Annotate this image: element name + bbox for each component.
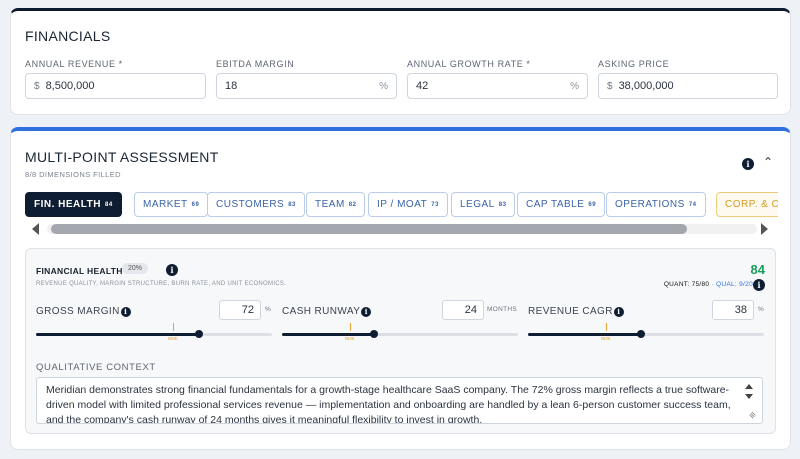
chevron-up-icon[interactable]: ⌃ — [763, 155, 773, 169]
growth-rate-value: 42 — [416, 80, 429, 92]
tab-label: OPERATIONS — [615, 199, 685, 210]
assessment-card: MULTI-POINT ASSESSMENT 8/8 DIMENSIONS FI… — [10, 127, 791, 450]
dimension-tabs: FIN. HEALTH 84 MARKET 69 CUSTOMERS 83 TEAM 8… — [25, 192, 778, 218]
financials-card: FINANCIALS ANNUAL REVENUE * $ 8,500,000 … — [10, 8, 791, 115]
tab-score: 83 — [498, 201, 507, 208]
tab-score: 74 — [688, 201, 697, 208]
info-icon[interactable]: i — [742, 158, 754, 170]
asking-price-value: 38,000,000 — [618, 80, 674, 92]
dimension-score: 84 — [750, 262, 765, 277]
panel-subtitle: REVENUE QUALITY, MARGIN STRUCTURE, BURN … — [36, 281, 287, 287]
assessment-title: MULTI-POINT ASSESSMENT — [25, 149, 219, 165]
qualitative-context-textarea[interactable]: Meridian demonstrates strong financial f… — [36, 377, 763, 424]
tab-ip-moat[interactable]: IP / MOAT 73 — [368, 192, 448, 217]
benchmark-marker — [606, 323, 607, 331]
financials-title: FINANCIALS — [25, 28, 111, 44]
info-icon[interactable]: i — [753, 279, 765, 291]
tab-score: 83 — [288, 201, 296, 208]
tab-operations[interactable]: OPERATIONS 74 — [606, 192, 706, 217]
ebitda-margin-label: EBITDA MARGIN — [216, 59, 295, 69]
currency-prefix: $ — [607, 80, 613, 92]
tab-score: 84 — [104, 201, 113, 208]
tab-label: MARKET — [143, 199, 188, 210]
annual-revenue-value: 8,500,000 — [45, 80, 95, 92]
growth-rate-label: ANNUAL GROWTH RATE * — [407, 59, 531, 69]
revenue-cagr-label: REVENUE CAGR i — [528, 306, 624, 317]
tab-fin-health[interactable]: FIN. HEALTH 84 — [25, 192, 122, 217]
gross-margin-input[interactable]: 72 — [219, 300, 261, 320]
metric-unit: % — [265, 306, 272, 313]
tab-label: FIN. HEALTH — [34, 199, 101, 210]
metric-unit: MONTHS — [487, 306, 517, 313]
weight-badge: 20% — [122, 263, 149, 274]
currency-prefix: $ — [34, 80, 40, 92]
percent-suffix: % — [379, 80, 388, 92]
panel-title: FINANCIAL HEALTH — [36, 266, 123, 276]
scroll-down-icon[interactable] — [745, 394, 753, 399]
benchmark-label: BMK — [601, 336, 611, 341]
annual-revenue-label: ANNUAL REVENUE * — [25, 59, 123, 69]
cash-runway-label: CASH RUNWAY i — [282, 306, 372, 317]
gross-margin-slider[interactable]: BMK — [36, 323, 272, 341]
annual-revenue-field[interactable]: $ 8,500,000 — [25, 73, 206, 99]
scroll-left-icon[interactable] — [32, 223, 39, 235]
scroll-right-icon[interactable] — [761, 223, 768, 235]
quant-score: QUANT: 75/80 — [663, 281, 710, 288]
benchmark-label: BMK — [345, 336, 355, 341]
metric-unit: % — [758, 306, 765, 313]
cash-runway-input[interactable]: 24 — [442, 300, 484, 320]
slider-handle[interactable] — [195, 330, 203, 338]
revenue-cagr-slider[interactable]: BMK — [528, 323, 764, 341]
benchmark-marker — [350, 323, 351, 331]
benchmark-marker — [173, 323, 174, 331]
tab-team[interactable]: TEAM 82 — [306, 192, 366, 217]
tab-legal[interactable]: LEGAL 83 — [451, 192, 516, 217]
tab-label: LEGAL — [460, 199, 495, 210]
metric-label: CASH RUNWAY — [282, 306, 361, 317]
info-icon[interactable]: i — [166, 264, 178, 276]
tab-market[interactable]: MARKET 69 — [134, 192, 209, 217]
info-icon[interactable]: i — [613, 306, 624, 317]
financial-health-panel: FINANCIAL HEALTH 20% i REVENUE QUALITY, … — [25, 248, 776, 434]
slider-fill — [528, 333, 641, 336]
gross-margin-label: GROSS MARGIN i — [36, 306, 131, 317]
tab-customers[interactable]: CUSTOMERS 83 — [207, 192, 305, 217]
qual-score: QUAL: 9/20 — [716, 281, 753, 288]
tab-label: IP / MOAT — [377, 199, 428, 210]
ebitda-margin-value: 18 — [225, 80, 238, 92]
metric-label: REVENUE CAGR — [528, 306, 613, 317]
tab-score: 82 — [348, 201, 357, 208]
tab-score: 73 — [431, 201, 439, 208]
asking-price-label: ASKING PRICE — [598, 59, 670, 69]
qualitative-context-label: QUALITATIVE CONTEXT — [36, 362, 156, 373]
percent-suffix: % — [570, 80, 579, 92]
asking-price-field[interactable]: $ 38,000,000 — [598, 73, 778, 99]
tab-score: 69 — [588, 201, 597, 208]
slider-handle[interactable] — [370, 330, 378, 338]
info-icon[interactable]: i — [361, 306, 372, 317]
info-icon[interactable]: i — [120, 306, 131, 317]
revenue-cagr-input[interactable]: 38 — [712, 300, 754, 320]
slider-fill — [282, 333, 374, 336]
slider-handle[interactable] — [637, 330, 645, 338]
benchmark-label: BMK — [168, 336, 178, 341]
growth-rate-field[interactable]: 42 % — [407, 73, 588, 99]
separator: · — [711, 281, 714, 288]
tab-label: CORP. & CO — [725, 199, 778, 210]
quant-qual-breakdown: QUANT: 75/80 · QUAL: 9/20 — [664, 281, 753, 288]
tab-score: 69 — [191, 201, 200, 208]
tab-label: CAP TABLE — [526, 199, 585, 210]
scroll-up-icon[interactable] — [745, 384, 753, 389]
metric-label: GROSS MARGIN — [36, 306, 120, 317]
tab-label: TEAM — [315, 199, 345, 210]
tabs-scrollbar-thumb[interactable] — [51, 224, 687, 234]
cash-runway-slider[interactable]: BMK — [282, 323, 518, 341]
qualitative-context-text: Meridian demonstrates strong financial f… — [46, 384, 731, 424]
tab-corp[interactable]: CORP. & CO — [716, 192, 778, 217]
tab-cap-table[interactable]: CAP TABLE 69 — [517, 192, 606, 217]
tab-label: CUSTOMERS — [216, 199, 285, 210]
resize-grip-icon[interactable]: ≡ — [746, 410, 758, 422]
dimensions-filled: 8/8 DIMENSIONS FILLED — [25, 170, 121, 179]
ebitda-margin-field[interactable]: 18 % — [216, 73, 397, 99]
